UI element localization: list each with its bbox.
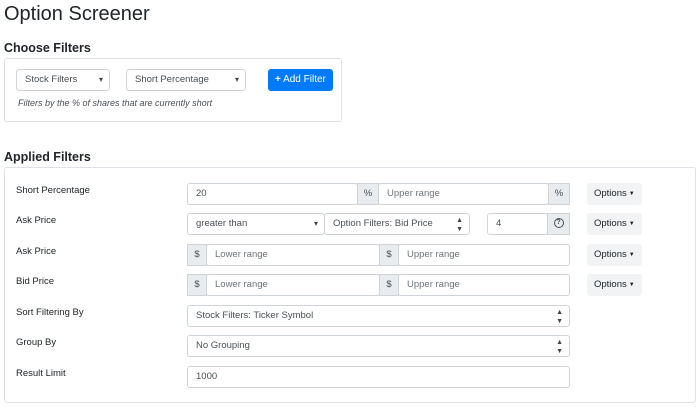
options-label: Options	[594, 279, 627, 290]
upper-range-placeholder: Upper range	[407, 249, 460, 260]
compare-field-value: Option Filters: Bid Price	[333, 218, 433, 229]
lower-range-placeholder: Lower range	[215, 249, 268, 260]
caret-down-icon: ▼	[628, 191, 635, 197]
options-label: Options	[594, 188, 627, 199]
result-limit-input[interactable]: 1000	[187, 366, 570, 388]
short-percentage-lower-value: 20	[196, 188, 207, 199]
question-icon: ?	[553, 218, 564, 229]
filter-field-select[interactable]: Short Percentage ▾	[126, 69, 246, 91]
compare-field-select[interactable]: Option Filters: Bid Price ▲ ▼	[324, 213, 470, 235]
dollar-addon-right: $	[379, 244, 399, 266]
filter-category-value: Stock Filters	[25, 74, 78, 85]
row-label-sort-filtering-by: Sort Filtering By	[16, 307, 84, 318]
caret-down-icon: ▼	[628, 221, 635, 227]
percent-addon-left: %	[357, 183, 379, 205]
dollar-addon-right: $	[379, 274, 399, 296]
options-button[interactable]: Options ▼	[587, 274, 642, 296]
plus-icon: +	[275, 74, 281, 85]
short-percentage-upper-input[interactable]: Upper range	[378, 183, 549, 205]
applied-filters-heading: Applied Filters	[4, 150, 91, 164]
dollar-addon-left: $	[187, 244, 207, 266]
upper-range-placeholder: Upper range	[387, 188, 440, 199]
updown-icon: ▲ ▼	[556, 339, 563, 355]
ask-price-upper-input[interactable]: Upper range	[398, 244, 570, 266]
updown-icon: ▲ ▼	[456, 217, 463, 233]
options-label: Options	[594, 249, 627, 260]
filter-field-value: Short Percentage	[135, 74, 209, 85]
add-filter-button[interactable]: + Add Filter	[268, 69, 333, 91]
row-label-bid-price: Bid Price	[16, 276, 55, 287]
row-label-ask-price-range: Ask Price	[16, 246, 57, 257]
ask-price-value: 4	[496, 218, 502, 229]
result-limit-value: 1000	[196, 371, 218, 382]
options-label: Options	[594, 218, 627, 229]
help-addon[interactable]: ?	[547, 213, 570, 235]
caret-down-icon: ▼	[628, 282, 635, 288]
row-label-group-by: Group By	[16, 337, 57, 348]
updown-icon: ▲ ▼	[556, 309, 563, 325]
ask-price-value-input[interactable]: 4	[487, 213, 548, 235]
filter-hint: Filters by the % of shares that are curr…	[18, 98, 213, 108]
options-button[interactable]: Options ▼	[587, 244, 642, 266]
row-label-short-percentage: Short Percentage	[16, 185, 90, 196]
row-label-result-limit: Result Limit	[16, 368, 66, 379]
ask-price-lower-input[interactable]: Lower range	[206, 244, 380, 266]
options-button[interactable]: Options ▼	[587, 213, 642, 235]
upper-range-placeholder: Upper range	[407, 279, 460, 290]
sort-by-select[interactable]: Stock Filters: Ticker Symbol ▲ ▼	[187, 305, 570, 327]
options-button[interactable]: Options ▼	[587, 183, 642, 205]
chevron-down-icon: ▾	[98, 75, 103, 84]
comparator-select[interactable]: greater than ▾	[187, 213, 325, 235]
dollar-addon-left: $	[187, 274, 207, 296]
group-by-select[interactable]: No Grouping ▲ ▼	[187, 335, 570, 357]
row-label-ask-price: Ask Price	[16, 215, 57, 226]
short-percentage-lower-input[interactable]: 20	[187, 183, 358, 205]
chevron-down-icon: ▾	[234, 75, 239, 84]
lower-range-placeholder: Lower range	[215, 279, 268, 290]
page-title: Option Screener	[4, 3, 150, 25]
choose-filters-heading: Choose Filters	[4, 41, 91, 55]
caret-down-icon: ▼	[628, 252, 635, 258]
sort-by-value: Stock Filters: Ticker Symbol	[196, 310, 314, 321]
group-by-value: No Grouping	[196, 340, 250, 351]
percent-addon-right: %	[548, 183, 570, 205]
add-filter-label: Add Filter	[283, 74, 326, 85]
filter-category-select[interactable]: Stock Filters ▾	[16, 69, 110, 91]
bid-price-upper-input[interactable]: Upper range	[398, 274, 570, 296]
bid-price-lower-input[interactable]: Lower range	[206, 274, 380, 296]
comparator-value: greater than	[196, 218, 248, 229]
chevron-down-icon: ▾	[313, 219, 318, 228]
